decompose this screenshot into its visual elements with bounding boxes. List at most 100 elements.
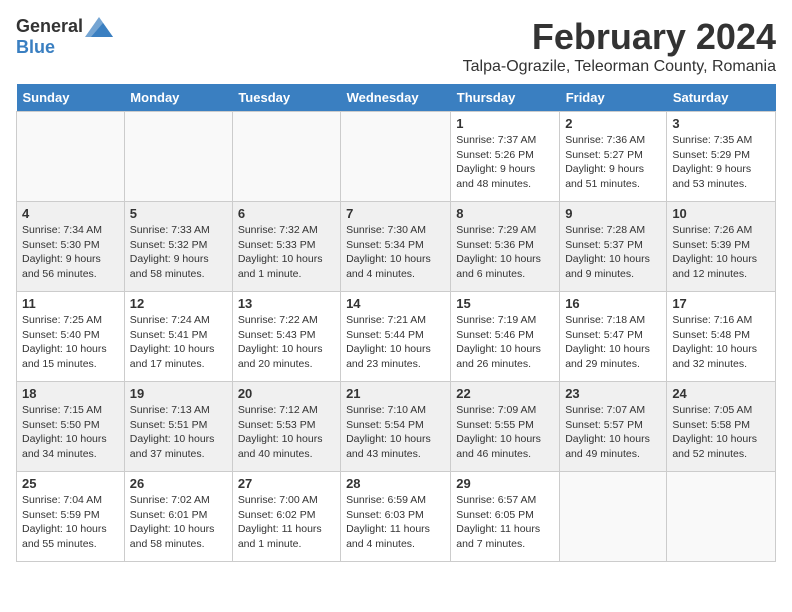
day-number: 12 (130, 296, 227, 311)
calendar-cell (232, 112, 340, 202)
day-info: Sunrise: 7:13 AMSunset: 5:51 PMDaylight:… (130, 403, 227, 462)
day-number: 15 (456, 296, 554, 311)
day-number: 21 (346, 386, 445, 401)
calendar: SundayMondayTuesdayWednesdayThursdayFrid… (16, 84, 776, 562)
day-info: Sunrise: 7:16 AMSunset: 5:48 PMDaylight:… (672, 313, 770, 372)
calendar-cell: 19 Sunrise: 7:13 AMSunset: 5:51 PMDayligh… (124, 382, 232, 472)
day-number: 24 (672, 386, 770, 401)
day-info: Sunrise: 7:04 AMSunset: 5:59 PMDaylight:… (22, 493, 119, 552)
calendar-week-4: 18Sunrise: 7:15 AMSunset: 5:50 PMDayligh… (17, 382, 776, 472)
day-number: 5 (130, 206, 227, 221)
calendar-header-row: SundayMondayTuesdayWednesdayThursdayFrid… (17, 84, 776, 112)
day-number: 9 (565, 206, 661, 221)
calendar-cell: 12 Sunrise: 7:24 AMSunset: 5:41 PMDayligh… (124, 292, 232, 382)
day-number: 3 (672, 116, 770, 131)
day-of-week-monday: Monday (124, 84, 232, 112)
day-info: Sunrise: 7:28 AMSunset: 5:37 PMDaylight:… (565, 223, 661, 282)
calendar-cell: 25 Sunrise: 7:04 AMSunset: 5:59 PMDayligh… (17, 472, 125, 562)
day-of-week-friday: Friday (560, 84, 667, 112)
day-info: Sunrise: 7:25 AMSunset: 5:40 PMDaylight:… (22, 313, 119, 372)
calendar-cell: 27 Sunrise: 7:00 AMSunset: 6:02 PMDayligh… (232, 472, 340, 562)
day-number: 1 (456, 116, 554, 131)
logo-general-text: General (16, 16, 83, 37)
calendar-cell: 21Sunrise: 7:10 AMSunset: 5:54 PMDayligh… (341, 382, 451, 472)
calendar-cell: 6 Sunrise: 7:32 AMSunset: 5:33 PMDaylight… (232, 202, 340, 292)
logo-blue-text: Blue (16, 37, 55, 58)
logo: General Blue (16, 16, 113, 58)
day-number: 17 (672, 296, 770, 311)
day-info: Sunrise: 7:02 AMSunset: 6:01 PMDaylight:… (130, 493, 227, 552)
day-number: 28 (346, 476, 445, 491)
calendar-cell: 2 Sunrise: 7:36 AMSunset: 5:27 PMDaylight… (560, 112, 667, 202)
day-number: 27 (238, 476, 335, 491)
day-info: Sunrise: 7:36 AMSunset: 5:27 PMDaylight:… (565, 133, 661, 192)
day-info: Sunrise: 7:19 AMSunset: 5:46 PMDaylight:… (456, 313, 554, 372)
day-info: Sunrise: 7:18 AMSunset: 5:47 PMDaylight:… (565, 313, 661, 372)
day-info: Sunrise: 7:35 AMSunset: 5:29 PMDaylight:… (672, 133, 770, 192)
day-of-week-wednesday: Wednesday (341, 84, 451, 112)
day-number: 4 (22, 206, 119, 221)
calendar-cell: 18Sunrise: 7:15 AMSunset: 5:50 PMDayligh… (17, 382, 125, 472)
day-info: Sunrise: 7:24 AMSunset: 5:41 PMDaylight:… (130, 313, 227, 372)
calendar-cell: 8 Sunrise: 7:29 AMSunset: 5:36 PMDaylight… (451, 202, 560, 292)
calendar-cell: 13Sunrise: 7:22 AMSunset: 5:43 PMDayligh… (232, 292, 340, 382)
calendar-cell: 4 Sunrise: 7:34 AMSunset: 5:30 PMDaylight… (17, 202, 125, 292)
day-number: 19 (130, 386, 227, 401)
calendar-cell: 1 Sunrise: 7:37 AMSunset: 5:26 PMDaylight… (451, 112, 560, 202)
calendar-cell: 20 Sunrise: 7:12 AMSunset: 5:53 PMDayligh… (232, 382, 340, 472)
day-of-week-thursday: Thursday (451, 84, 560, 112)
day-number: 18 (22, 386, 119, 401)
day-number: 22 (456, 386, 554, 401)
day-info: Sunrise: 7:37 AMSunset: 5:26 PMDaylight:… (456, 133, 554, 192)
calendar-cell: 9 Sunrise: 7:28 AMSunset: 5:37 PMDaylight… (560, 202, 667, 292)
calendar-cell: 7Sunrise: 7:30 AMSunset: 5:34 PMDaylight… (341, 202, 451, 292)
day-number: 8 (456, 206, 554, 221)
calendar-cell (124, 112, 232, 202)
calendar-cell: 17 Sunrise: 7:16 AMSunset: 5:48 PMDayligh… (667, 292, 776, 382)
day-info: Sunrise: 7:32 AMSunset: 5:33 PMDaylight:… (238, 223, 335, 282)
day-info: Sunrise: 7:26 AMSunset: 5:39 PMDaylight:… (672, 223, 770, 282)
day-number: 20 (238, 386, 335, 401)
day-number: 16 (565, 296, 661, 311)
calendar-cell (560, 472, 667, 562)
calendar-cell: 3 Sunrise: 7:35 AMSunset: 5:29 PMDaylight… (667, 112, 776, 202)
day-number: 11 (22, 296, 119, 311)
calendar-cell (17, 112, 125, 202)
calendar-week-2: 4 Sunrise: 7:34 AMSunset: 5:30 PMDaylight… (17, 202, 776, 292)
day-number: 25 (22, 476, 119, 491)
day-info: Sunrise: 7:12 AMSunset: 5:53 PMDaylight:… (238, 403, 335, 462)
calendar-cell: 16 Sunrise: 7:18 AMSunset: 5:47 PMDayligh… (560, 292, 667, 382)
day-of-week-saturday: Saturday (667, 84, 776, 112)
day-info: Sunrise: 6:57 AMSunset: 6:05 PMDaylight:… (456, 493, 554, 552)
day-info: Sunrise: 7:00 AMSunset: 6:02 PMDaylight:… (238, 493, 335, 552)
day-of-week-sunday: Sunday (17, 84, 125, 112)
calendar-cell: 15 Sunrise: 7:19 AMSunset: 5:46 PMDayligh… (451, 292, 560, 382)
calendar-cell: 23Sunrise: 7:07 AMSunset: 5:57 PMDayligh… (560, 382, 667, 472)
title-section: February 2024 Talpa-Ograzile, Teleorman … (463, 16, 776, 76)
calendar-cell: 14Sunrise: 7:21 AMSunset: 5:44 PMDayligh… (341, 292, 451, 382)
day-info: Sunrise: 7:29 AMSunset: 5:36 PMDaylight:… (456, 223, 554, 282)
location-title: Talpa-Ograzile, Teleorman County, Romani… (463, 58, 776, 76)
day-number: 23 (565, 386, 661, 401)
calendar-cell: 5 Sunrise: 7:33 AMSunset: 5:32 PMDaylight… (124, 202, 232, 292)
day-number: 6 (238, 206, 335, 221)
day-info: Sunrise: 6:59 AMSunset: 6:03 PMDaylight:… (346, 493, 445, 552)
day-number: 2 (565, 116, 661, 131)
day-of-week-tuesday: Tuesday (232, 84, 340, 112)
calendar-cell: 10 Sunrise: 7:26 AMSunset: 5:39 PMDayligh… (667, 202, 776, 292)
calendar-week-3: 11 Sunrise: 7:25 AMSunset: 5:40 PMDayligh… (17, 292, 776, 382)
day-number: 7 (346, 206, 445, 221)
calendar-cell: 29 Sunrise: 6:57 AMSunset: 6:05 PMDayligh… (451, 472, 560, 562)
day-number: 10 (672, 206, 770, 221)
day-number: 29 (456, 476, 554, 491)
day-info: Sunrise: 7:05 AMSunset: 5:58 PMDaylight:… (672, 403, 770, 462)
calendar-cell: 24 Sunrise: 7:05 AMSunset: 5:58 PMDayligh… (667, 382, 776, 472)
logo-icon (85, 17, 113, 37)
calendar-cell: 26Sunrise: 7:02 AMSunset: 6:01 PMDayligh… (124, 472, 232, 562)
day-number: 14 (346, 296, 445, 311)
day-info: Sunrise: 7:09 AMSunset: 5:55 PMDaylight:… (456, 403, 554, 462)
day-info: Sunrise: 7:33 AMSunset: 5:32 PMDaylight:… (130, 223, 227, 282)
calendar-cell: 28 Sunrise: 6:59 AMSunset: 6:03 PMDayligh… (341, 472, 451, 562)
calendar-cell (341, 112, 451, 202)
day-info: Sunrise: 7:34 AMSunset: 5:30 PMDaylight:… (22, 223, 119, 282)
